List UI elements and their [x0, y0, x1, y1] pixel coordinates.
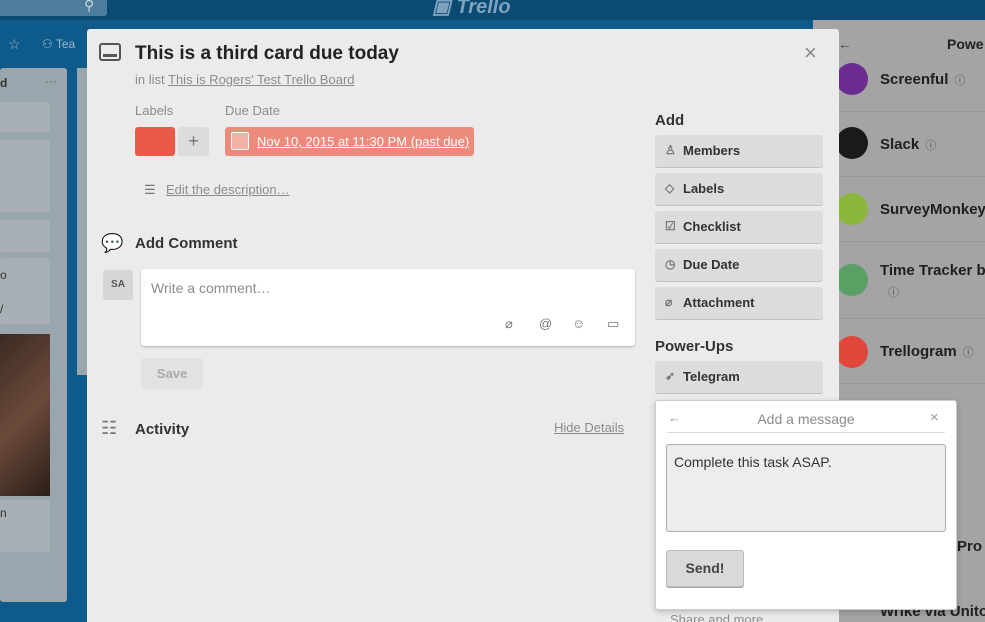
add-comment-heading: Add Comment	[135, 235, 238, 252]
send-button[interactable]: Send!	[666, 550, 744, 587]
person-icon: ♙	[665, 143, 676, 157]
info-icon: ⓘ	[962, 347, 974, 359]
message-textarea[interactable]: Complete this task ASAP.	[666, 444, 946, 532]
paperclip-icon: ⌀	[665, 295, 673, 309]
card-icon	[99, 43, 121, 61]
due-complete-checkbox[interactable]	[231, 132, 249, 150]
save-button[interactable]: Save	[141, 358, 203, 389]
list-link[interactable]: This is Rogers' Test Trello Board	[168, 72, 354, 87]
info-icon: ⓘ	[925, 140, 937, 152]
powerup-name[interactable]: SurveyMonkey	[880, 201, 985, 218]
info-icon[interactable]: ⓘ	[888, 284, 899, 300]
board-card-text: /	[0, 302, 4, 316]
card-list-info: in list This is Rogers' Test Trello Boar…	[135, 72, 355, 87]
attachment-button[interactable]: ⌀ Attachment	[655, 287, 823, 319]
board-card-text: n	[0, 506, 7, 520]
powerup-name[interactable]: Slack ⓘ	[880, 136, 936, 153]
powerup-name[interactable]: Trellogram ⓘ	[880, 343, 974, 360]
hide-details-link[interactable]: Hide Details	[554, 420, 624, 435]
team-button[interactable]: ⚇ Tea	[42, 37, 75, 51]
share-and-more-link[interactable]: Share and more…	[670, 612, 776, 622]
tag-icon: ◇	[665, 181, 675, 195]
checkbox-icon: ☑	[665, 219, 676, 233]
edit-description-link[interactable]: Edit the description…	[166, 182, 290, 197]
rocket-icon: ➶	[665, 369, 676, 383]
close-icon[interactable]: ×	[804, 40, 817, 66]
due-date-text[interactable]: Nov 10, 2015 at 11:30 PM (past due)	[257, 134, 469, 149]
screenful-icon	[836, 63, 868, 95]
description-icon: ☰	[144, 182, 156, 197]
activity-heading: Activity	[135, 421, 190, 438]
comment-icon: 💬	[101, 233, 124, 253]
clock-icon: ◷	[665, 257, 676, 271]
avatar[interactable]: SA	[103, 270, 133, 300]
labels-button[interactable]: ◇ Labels	[655, 173, 823, 205]
card-icon[interactable]: ▭	[607, 316, 619, 332]
list-menu-icon[interactable]: ···	[45, 74, 57, 88]
activity-icon: ☷	[101, 418, 118, 438]
board-card[interactable]	[0, 500, 50, 552]
members-button[interactable]: ♙ Members	[655, 135, 823, 167]
popover-title: Add a message	[757, 411, 855, 427]
board-card[interactable]	[0, 102, 50, 132]
close-icon[interactable]: ×	[930, 409, 939, 426]
emoji-icon[interactable]: ☺	[572, 316, 585, 331]
card-cover-image[interactable]	[0, 334, 50, 496]
trello-logo[interactable]: ▣ Trello	[432, 0, 511, 19]
powerup-name[interactable]: Time Tracker b	[880, 262, 985, 279]
card-title[interactable]: This is a third card due today	[135, 43, 399, 65]
labels-heading: Labels	[135, 103, 174, 118]
mention-icon[interactable]: @	[539, 316, 552, 331]
powerups-heading: Power-Ups	[655, 338, 734, 355]
board-card[interactable]	[0, 220, 50, 252]
powerup-name[interactable]: Screenful ⓘ	[880, 71, 965, 88]
divider	[667, 432, 945, 433]
search-icon[interactable]: ⚲	[84, 0, 94, 14]
back-arrow-icon[interactable]: ←	[668, 410, 681, 425]
info-icon: ⓘ	[954, 75, 966, 87]
add-heading: Add	[655, 112, 685, 129]
board-card-text: o	[0, 268, 7, 282]
time-tracker-icon	[836, 264, 868, 296]
label-chip[interactable]	[135, 127, 175, 156]
telegram-button[interactable]: ➶ Telegram	[655, 361, 823, 393]
add-label-button[interactable]: +	[178, 127, 209, 156]
due-date-button[interactable]: ◷ Due Date	[655, 249, 823, 281]
board-card[interactable]	[0, 140, 50, 212]
surveymonkey-icon	[836, 193, 868, 225]
trellogram-icon	[836, 336, 868, 368]
due-date-heading: Due Date	[225, 103, 280, 118]
checklist-button[interactable]: ☑ Checklist	[655, 211, 823, 243]
star-icon[interactable]: ☆	[8, 36, 21, 53]
board-list-title: d	[0, 76, 8, 90]
comment-placeholder: Write a comment…	[151, 280, 271, 296]
board-card[interactable]	[0, 258, 50, 324]
powerup-name[interactable]: Pro	[957, 538, 982, 555]
slack-icon	[836, 127, 868, 159]
attachment-icon[interactable]: ⌀	[505, 316, 513, 332]
